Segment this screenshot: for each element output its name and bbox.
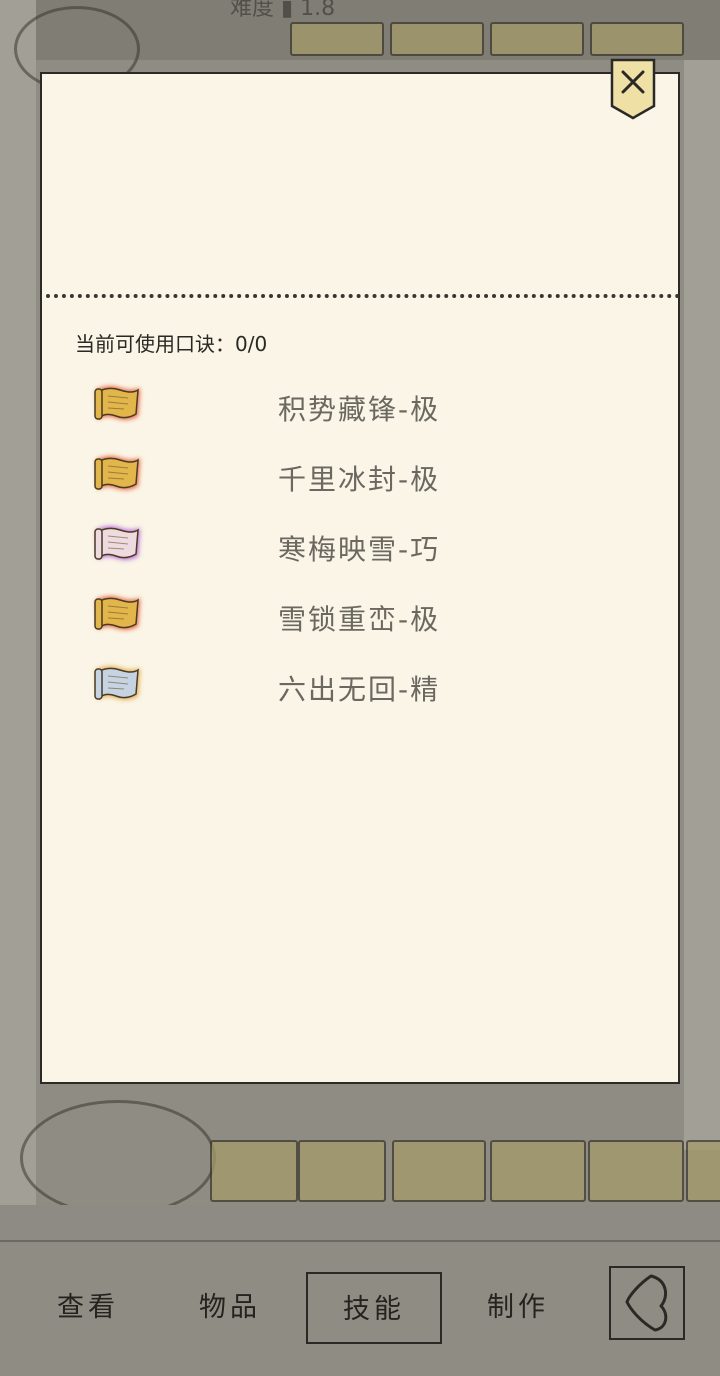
tab-craft[interactable]: 制作 bbox=[450, 1272, 586, 1344]
scroll-icon bbox=[90, 380, 146, 428]
difficulty-text: 难度 ▮ 1.8 bbox=[230, 0, 336, 21]
scroll-rod-top bbox=[290, 22, 384, 56]
bottom-nav: 查看 物品 技能 制作 bbox=[0, 1250, 720, 1376]
scroll-rod-bottom bbox=[298, 1140, 386, 1202]
scroll-rod-bottom bbox=[686, 1140, 720, 1202]
tab-items[interactable]: 物品 bbox=[162, 1272, 298, 1344]
scroll-icon bbox=[90, 590, 146, 638]
scroll-rod-top bbox=[590, 22, 684, 56]
tab-label: 制作 bbox=[487, 1292, 549, 1323]
scroll-icon bbox=[90, 450, 146, 498]
scroll-rod-top bbox=[490, 22, 584, 56]
skill-name: 雪锁重峦-极 bbox=[278, 603, 441, 636]
back-button[interactable] bbox=[609, 1266, 685, 1340]
ground-line bbox=[0, 1240, 720, 1242]
close-icon bbox=[610, 58, 656, 120]
scroll-rod-bottom bbox=[210, 1140, 298, 1202]
formula-counter: 当前可使用口诀：0/0 bbox=[75, 332, 268, 356]
tab-label: 技能 bbox=[343, 1294, 405, 1325]
scroll-rod-bottom bbox=[490, 1140, 586, 1202]
scroll-left-edge bbox=[0, 0, 36, 1205]
skill-panel: 当前可使用口诀：0/0 积势藏锋-极 千里冰封-极 寒梅映雪-巧 雪锁重峦-极 … bbox=[40, 72, 680, 1084]
skill-item[interactable]: 积势藏锋-极 bbox=[42, 374, 682, 434]
tab-skills[interactable]: 技能 bbox=[306, 1272, 442, 1344]
scroll-rod-top bbox=[390, 22, 484, 56]
back-arrow-icon bbox=[625, 1274, 668, 1332]
close-button[interactable] bbox=[609, 58, 657, 120]
ground-band bbox=[0, 1205, 720, 1245]
tab-view[interactable]: 查看 bbox=[20, 1272, 156, 1344]
scroll-right-edge bbox=[684, 60, 720, 1150]
skill-item[interactable]: 寒梅映雪-巧 bbox=[42, 514, 682, 574]
tab-label: 查看 bbox=[57, 1292, 119, 1323]
scroll-curl-bottom bbox=[20, 1100, 216, 1216]
divider bbox=[46, 294, 680, 298]
scroll-rod-bottom bbox=[392, 1140, 486, 1202]
scroll-icon bbox=[90, 520, 146, 568]
tab-label: 物品 bbox=[199, 1292, 261, 1323]
skill-name: 积势藏锋-极 bbox=[278, 393, 441, 426]
skill-item[interactable]: 六出无回-精 bbox=[42, 654, 682, 714]
skill-name: 六出无回-精 bbox=[278, 673, 441, 706]
skill-item[interactable]: 千里冰封-极 bbox=[42, 444, 682, 504]
scroll-rod-bottom bbox=[588, 1140, 684, 1202]
skill-name: 千里冰封-极 bbox=[278, 463, 441, 496]
scroll-icon bbox=[90, 660, 146, 708]
skill-item[interactable]: 雪锁重峦-极 bbox=[42, 584, 682, 644]
skill-name: 寒梅映雪-巧 bbox=[278, 533, 441, 566]
